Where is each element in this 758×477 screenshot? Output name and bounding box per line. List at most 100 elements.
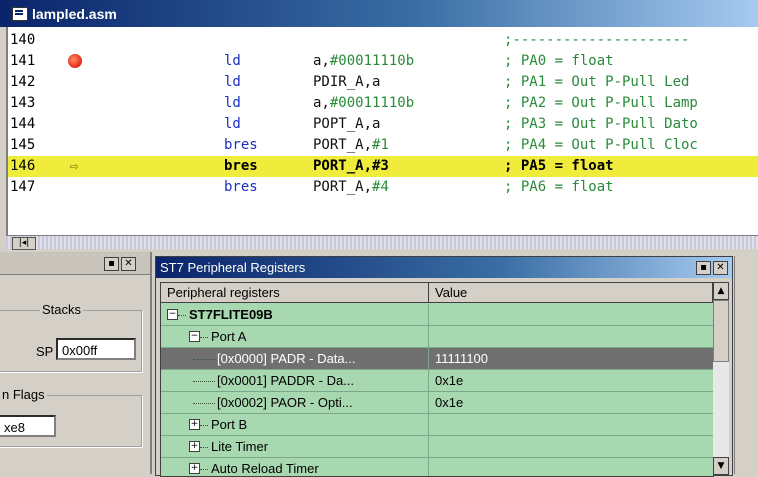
code-line[interactable]: 140 ;---------------------	[8, 30, 758, 51]
register-value: 11111100	[435, 351, 489, 366]
tree-connector	[200, 337, 208, 338]
register-row[interactable]: + Auto Reload Timer	[161, 458, 713, 476]
code-area[interactable]: 140 ;--------------------- 141 ld a,#0001111…	[6, 27, 758, 235]
peripheral-titlebar[interactable]: ST7 Peripheral Registers ▪ ✕	[156, 257, 732, 278]
register-row[interactable]: + Lite Timer	[161, 436, 713, 458]
sp-label: SP	[36, 344, 54, 359]
current-line-arrow-icon: ⇨	[69, 157, 79, 175]
horizontal-scrollbar[interactable]: |◂|	[6, 235, 758, 250]
operand-number: #00011110b	[329, 95, 415, 111]
instruction-opcode: ld	[224, 95, 241, 111]
flags-field[interactable]: xe8	[0, 415, 56, 437]
line-number: 146	[10, 158, 36, 174]
register-name-cell: + Auto Reload Timer	[161, 458, 429, 476]
peripheral-registers-window: ST7 Peripheral Registers ▪ ✕ Peripheral …	[155, 256, 733, 477]
code-comment: ; PA0 = float	[504, 53, 614, 69]
editor-titlebar[interactable]: lampled.asm	[0, 0, 758, 27]
close-button[interactable]: ✕	[713, 261, 728, 275]
instruction-operand: PORT_A,#4	[313, 177, 389, 198]
code-line[interactable]: 147 bres PORT_A,#4 ; PA6 = float	[8, 177, 758, 198]
line-number: 141	[10, 53, 36, 69]
register-label: [0x0002] PAOR - Opti...	[217, 395, 353, 410]
line-number: 142	[10, 74, 36, 90]
operand-text: PDIR_A,a	[313, 74, 381, 90]
code-line[interactable]: 145 bres PORT_A,#1 ; PA4 = Out P-Pull Cloc	[8, 135, 758, 156]
close-button[interactable]: ✕	[121, 257, 136, 271]
instruction-opcode: ld	[224, 74, 241, 90]
tree-connector	[200, 469, 208, 470]
code-comment: ; PA2 = Out P-Pull Lamp	[504, 95, 698, 111]
scroll-thumb[interactable]	[713, 300, 729, 362]
tree-connector	[200, 425, 208, 426]
minimize-button[interactable]: ▪	[104, 257, 119, 271]
tree-connector	[193, 403, 215, 404]
line-number: 140	[10, 32, 36, 48]
register-name-cell: [0x0002] PAOR - Opti...	[161, 392, 429, 414]
operand-number: #4	[372, 179, 389, 195]
line-number: 143	[10, 95, 36, 111]
registers-grid: Peripheral registers Value − ST7FLITE09B −…	[160, 282, 714, 477]
instruction-operand: PORT_A,#3	[313, 156, 389, 177]
line-number: 145	[10, 137, 36, 153]
register-row[interactable]: [0x0000] PADR - Data... 11111100	[161, 348, 713, 370]
line-number: 144	[10, 116, 36, 132]
operand-number: #00011110b	[329, 53, 415, 69]
operand-text: PORT_A,#3	[313, 158, 389, 174]
registers-panel: ▪ ✕ Stacks SP 0x00ff n Flags xe8	[0, 252, 152, 474]
code-comment: ; PA6 = float	[504, 179, 614, 195]
register-row[interactable]: [0x0002] PAOR - Opti... 0x1e	[161, 392, 713, 414]
instruction-opcode: bres	[224, 179, 258, 195]
scroll-left-button[interactable]: |◂|	[12, 237, 36, 250]
code-line[interactable]: 146 ⇨ bres PORT_A,#3 ; PA5 = float	[8, 156, 758, 177]
instruction-operand: POPT_A,a	[313, 114, 380, 135]
column-header-registers[interactable]: Peripheral registers	[161, 283, 429, 303]
tree-connector	[178, 315, 186, 316]
right-panel	[734, 256, 758, 474]
operand-text: POPT_A,a	[313, 116, 381, 132]
instruction-operand: a,#00011110b	[313, 93, 414, 114]
expand-icon[interactable]: +	[189, 419, 200, 430]
collapse-icon[interactable]: −	[189, 331, 200, 342]
breakpoint-icon[interactable]	[68, 54, 82, 68]
register-row[interactable]: + Port B	[161, 414, 713, 436]
operand-text: PORT_A,	[313, 179, 373, 195]
peripheral-title: ST7 Peripheral Registers	[160, 260, 306, 275]
editor-window: lampled.asm 140 ;--------------------- 141…	[0, 0, 758, 250]
code-line[interactable]: 141 ld a,#00011110b ; PA0 = float	[8, 51, 758, 72]
code-comment: ;---------------------	[504, 32, 690, 48]
editor-title: lampled.asm	[32, 5, 117, 22]
register-row[interactable]: [0x0001] PADDR - Da... 0x1e	[161, 370, 713, 392]
code-comment: ; PA3 = Out P-Pull Dato	[504, 116, 698, 132]
register-row[interactable]: − ST7FLITE09B	[161, 304, 713, 326]
vertical-scrollbar[interactable]: ▲ ▼	[713, 282, 729, 475]
expand-icon[interactable]: +	[189, 463, 200, 474]
expand-icon[interactable]: +	[189, 441, 200, 452]
tree-connector	[200, 447, 208, 448]
code-comment: ; PA5 = float	[504, 158, 614, 174]
tree-connector	[193, 359, 215, 360]
register-label: [0x0000] PADR - Data...	[217, 351, 356, 366]
tree-connector	[193, 381, 215, 382]
scroll-up-button[interactable]: ▲	[713, 282, 729, 300]
register-row[interactable]: − Port A	[161, 326, 713, 348]
instruction-operand: PORT_A,#1	[313, 135, 389, 156]
registers-panel-header: ▪ ✕	[0, 252, 150, 275]
minimize-button[interactable]: ▪	[696, 261, 711, 275]
line-number: 147	[10, 179, 36, 195]
register-label: Port B	[211, 417, 248, 432]
register-value: 0x1e	[435, 373, 464, 388]
register-name-cell: − ST7FLITE09B	[161, 304, 429, 326]
collapse-icon[interactable]: −	[167, 309, 178, 320]
register-name-cell: [0x0001] PADDR - Da...	[161, 370, 429, 392]
instruction-opcode: bres	[224, 137, 258, 153]
instruction-opcode: ld	[224, 116, 241, 132]
code-line[interactable]: 143 ld a,#00011110b ; PA2 = Out P-Pull Lamp	[8, 93, 758, 114]
code-line[interactable]: 142 ld PDIR_A,a ; PA1 = Out P-Pull Led	[8, 72, 758, 93]
register-label: Auto Reload Timer	[211, 461, 319, 476]
sp-field[interactable]: 0x00ff	[56, 338, 136, 360]
stacks-label: Stacks	[40, 302, 84, 317]
column-header-value[interactable]: Value	[429, 283, 713, 303]
operand-text: PORT_A,	[313, 137, 373, 153]
scroll-down-button[interactable]: ▼	[713, 457, 729, 475]
code-line[interactable]: 144 ld POPT_A,a ; PA3 = Out P-Pull Dato	[8, 114, 758, 135]
